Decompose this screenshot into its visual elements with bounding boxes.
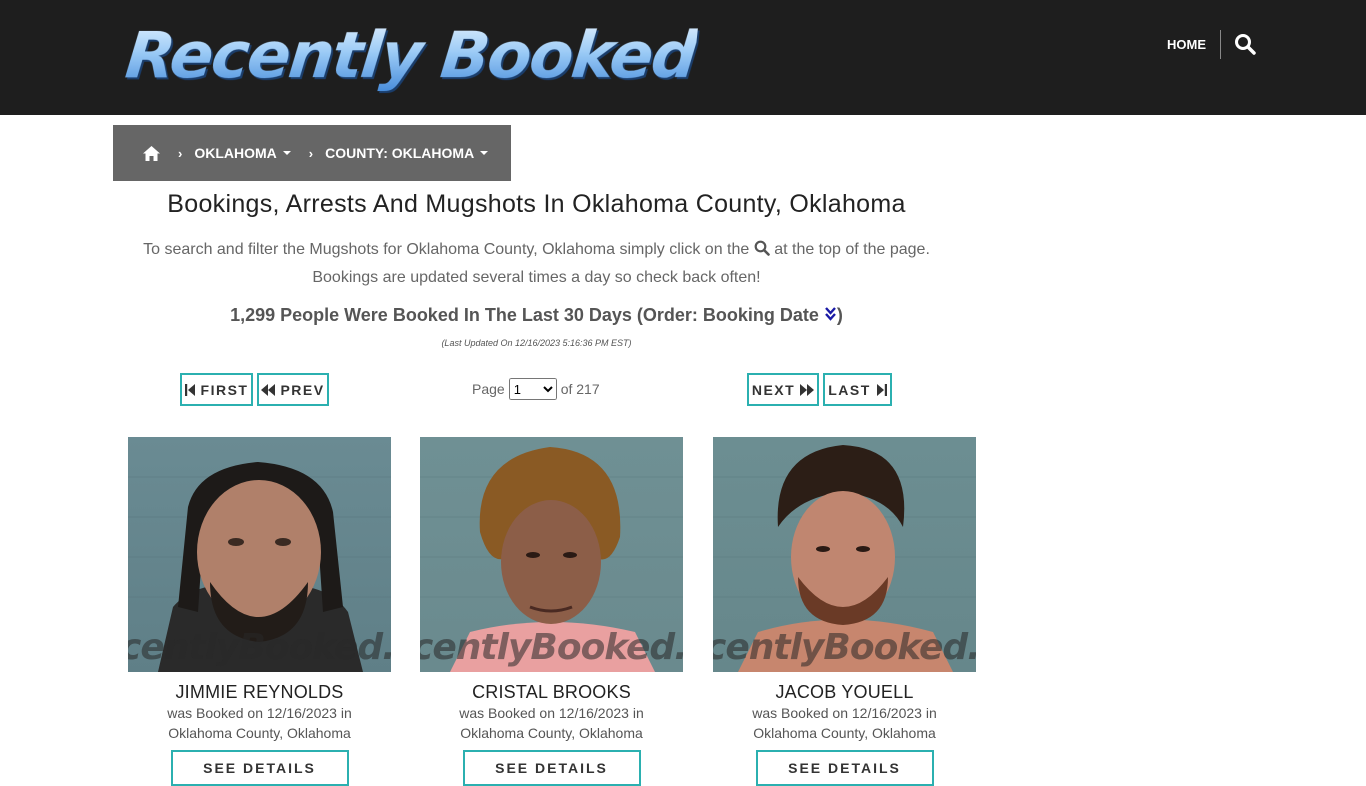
mugshot-card[interactable]: centlyBooked.co JIMMIE REYNOLDS was Book… [128,437,391,786]
booking-count-close: ) [836,305,843,325]
breadcrumb-state[interactable]: OKLAHOMA [194,145,291,161]
booking-location: Oklahoma County, Oklahoma [460,725,643,741]
home-icon[interactable] [143,145,160,161]
chevron-right-icon: › [308,145,314,161]
site-logo[interactable]: Recently Booked [122,16,700,96]
prev-label: PREV [280,381,325,398]
booking-location: Oklahoma County, Oklahoma [753,725,936,741]
mugshot-photo[interactable]: centlyBooked.co [713,437,976,672]
skip-start-icon [184,383,195,396]
see-details-button[interactable]: SEE DETAILS [170,750,349,786]
breadcrumb-state-label: OKLAHOMA [194,145,277,161]
person-name[interactable]: CRISTAL BROOKS [420,682,683,703]
last-updated: (Last Updated On 12/16/2023 5:16:36 PM E… [441,338,632,348]
booking-count-text: 1,299 People Were Booked In The Last 30 … [230,305,819,325]
last-page-button[interactable]: LAST [823,373,892,406]
first-page-button[interactable]: FIRST [180,373,253,406]
nav-home-link[interactable]: HOME [1167,36,1206,54]
backward-icon [261,383,276,396]
page-title: Bookings, Arrests And Mugshots In Oklaho… [167,190,906,218]
prev-page-button[interactable]: PREV [257,373,329,406]
breadcrumb-county[interactable]: COUNTY: OKLAHOMA [325,145,489,161]
mugshot-card[interactable]: centlyBooked.co JACOB YOUELL was Booked … [713,437,976,786]
search-icon[interactable] [1234,33,1256,57]
search-inline-icon [754,239,770,265]
booking-count: 1,299 People Were Booked In The Last 30 … [113,305,960,327]
watermark: centlyBooked.co [128,627,391,668]
skip-end-icon [876,383,887,396]
caret-down-icon [480,151,489,155]
page-selector: Page 1 of 217 [472,377,600,401]
page-total: of 217 [560,381,600,397]
person-name[interactable]: JACOB YOUELL [713,682,976,703]
booking-date-text: was Booked on 12/16/2023 in [167,705,352,721]
see-details-button[interactable]: SEE DETAILS [462,750,641,786]
booking-location: Oklahoma County, Oklahoma [168,725,351,741]
person-name[interactable]: JIMMIE REYNOLDS [128,682,391,703]
intro-line-2: Bookings are updated several times a day… [312,269,761,286]
watermark: centlyBooked.co [713,627,976,668]
caret-down-icon [282,151,291,155]
intro-text-after: at the top of the page. [774,241,930,258]
forward-icon [800,383,815,396]
page-label: Page [472,381,505,397]
see-details-button[interactable]: SEE DETAILS [755,750,934,786]
page-intro: To search and filter the Mugshots for Ok… [113,237,960,291]
next-page-button[interactable]: NEXT [747,373,819,406]
page-select[interactable]: 1 [508,378,557,400]
mugshot-photo[interactable]: centlyBooked.co [128,437,391,672]
mugshot-photo[interactable]: centlyBooked.co [420,437,683,672]
next-label: NEXT [751,381,796,398]
intro-text: To search and filter the Mugshots for Ok… [143,241,750,258]
site-header: Recently Booked HOME [0,0,1366,115]
breadcrumb: › OKLAHOMA › COUNTY: OKLAHOMA [113,125,511,181]
breadcrumb-county-label: COUNTY: OKLAHOMA [325,145,475,161]
booking-date-text: was Booked on 12/16/2023 in [752,705,937,721]
sort-order-icon[interactable] [824,306,837,327]
nav-divider [1220,30,1221,59]
booking-date-text: was Booked on 12/16/2023 in [459,705,644,721]
mugshot-card[interactable]: centlyBooked.co CRISTAL BROOKS was Booke… [420,437,683,786]
first-label: FIRST [200,381,249,398]
last-label: LAST [828,381,871,398]
watermark: centlyBooked.co [420,627,683,668]
chevron-right-icon: › [178,145,183,161]
